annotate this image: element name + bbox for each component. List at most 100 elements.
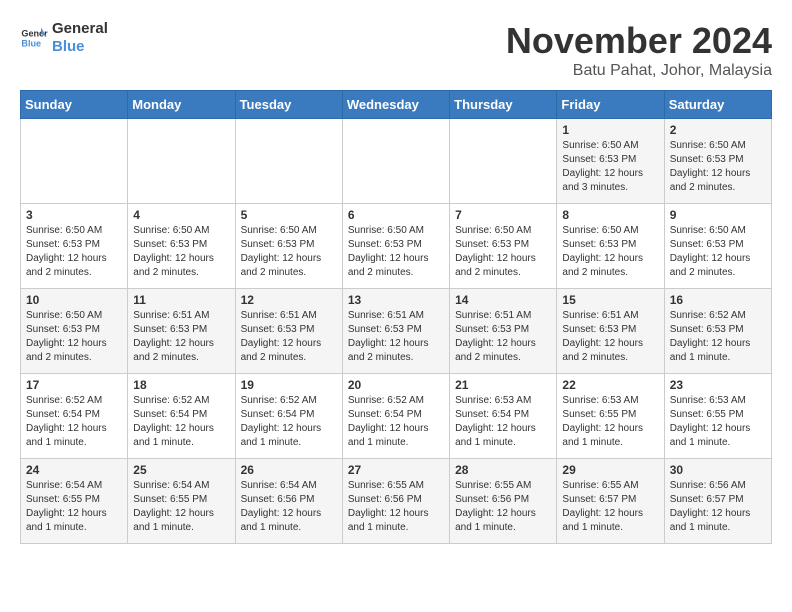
header-row: SundayMondayTuesdayWednesdayThursdayFrid…	[21, 91, 772, 119]
calendar-cell: 6 Sunrise: 6:50 AM Sunset: 6:53 PM Daylig…	[342, 204, 449, 289]
location-title: Batu Pahat, Johor, Malaysia	[506, 62, 772, 80]
day-number: 22	[562, 378, 658, 392]
calendar-cell: 15Sunrise: 6:51 AM Sunset: 6:53 PM Dayli…	[557, 289, 664, 374]
week-row-1: 1 Sunrise: 6:50 AM Sunset: 6:53 PM Daylig…	[21, 119, 772, 204]
day-number: 29	[562, 463, 658, 477]
day-number: 19	[241, 378, 337, 392]
day-number: 7	[455, 208, 551, 222]
day-number: 26	[241, 463, 337, 477]
week-row-4: 17Sunrise: 6:52 AM Sunset: 6:54 PM Dayli…	[21, 374, 772, 459]
calendar-cell: 9 Sunrise: 6:50 AM Sunset: 6:53 PM Daylig…	[664, 204, 771, 289]
week-row-5: 24 Sunrise: 6:54 AM Sunset: 6:55 PM Dayli…	[21, 459, 772, 544]
day-info: Sunrise: 6:50 AM Sunset: 6:53 PM Dayligh…	[670, 139, 766, 195]
week-row-3: 10Sunrise: 6:50 AM Sunset: 6:53 PM Dayli…	[21, 289, 772, 374]
day-header-thursday: Thursday	[450, 91, 557, 119]
calendar-cell: 11 Sunrise: 6:51 AM Sunset: 6:53 PM Dayli…	[128, 289, 235, 374]
calendar-cell: 2 Sunrise: 6:50 AM Sunset: 6:53 PM Daylig…	[664, 119, 771, 204]
calendar-cell: 12Sunrise: 6:51 AM Sunset: 6:53 PM Dayli…	[235, 289, 342, 374]
day-info: Sunrise: 6:50 AM Sunset: 6:53 PM Dayligh…	[241, 224, 337, 280]
day-number: 21	[455, 378, 551, 392]
day-number: 27	[348, 463, 444, 477]
day-info: Sunrise: 6:51 AM Sunset: 6:53 PM Dayligh…	[348, 309, 444, 365]
logo: General Blue General Blue	[20, 20, 108, 56]
day-info: Sunrise: 6:53 AM Sunset: 6:55 PM Dayligh…	[562, 394, 658, 450]
day-info: Sunrise: 6:50 AM Sunset: 6:53 PM Dayligh…	[26, 309, 122, 365]
day-info: Sunrise: 6:55 AM Sunset: 6:56 PM Dayligh…	[455, 479, 551, 535]
day-header-friday: Friday	[557, 91, 664, 119]
calendar-cell: 10Sunrise: 6:50 AM Sunset: 6:53 PM Dayli…	[21, 289, 128, 374]
day-number: 5	[241, 208, 337, 222]
title-section: November 2024 Batu Pahat, Johor, Malaysi…	[506, 20, 772, 80]
calendar-cell: 5 Sunrise: 6:50 AM Sunset: 6:53 PM Daylig…	[235, 204, 342, 289]
day-number: 6	[348, 208, 444, 222]
calendar-cell	[450, 119, 557, 204]
day-number: 24	[26, 463, 122, 477]
day-info: Sunrise: 6:52 AM Sunset: 6:54 PM Dayligh…	[26, 394, 122, 450]
day-number: 25	[133, 463, 229, 477]
calendar-cell	[128, 119, 235, 204]
day-number: 3	[26, 208, 122, 222]
day-header-wednesday: Wednesday	[342, 91, 449, 119]
day-header-saturday: Saturday	[664, 91, 771, 119]
day-number: 18	[133, 378, 229, 392]
calendar-cell: 30Sunrise: 6:56 AM Sunset: 6:57 PM Dayli…	[664, 459, 771, 544]
day-info: Sunrise: 6:55 AM Sunset: 6:56 PM Dayligh…	[348, 479, 444, 535]
logo-line1: General	[52, 20, 108, 38]
day-header-tuesday: Tuesday	[235, 91, 342, 119]
calendar-cell: 16 Sunrise: 6:52 AM Sunset: 6:53 PM Dayli…	[664, 289, 771, 374]
calendar-cell: 24 Sunrise: 6:54 AM Sunset: 6:55 PM Dayli…	[21, 459, 128, 544]
calendar-cell: 25 Sunrise: 6:54 AM Sunset: 6:55 PM Dayli…	[128, 459, 235, 544]
day-info: Sunrise: 6:51 AM Sunset: 6:53 PM Dayligh…	[133, 309, 229, 365]
logo-icon: General Blue	[20, 24, 48, 52]
day-number: 15	[562, 293, 658, 307]
calendar-cell: 14Sunrise: 6:51 AM Sunset: 6:53 PM Dayli…	[450, 289, 557, 374]
calendar-cell: 29 Sunrise: 6:55 AM Sunset: 6:57 PM Dayli…	[557, 459, 664, 544]
calendar-cell: 20 Sunrise: 6:52 AM Sunset: 6:54 PM Dayli…	[342, 374, 449, 459]
calendar-cell	[235, 119, 342, 204]
day-number: 13	[348, 293, 444, 307]
day-info: Sunrise: 6:54 AM Sunset: 6:55 PM Dayligh…	[133, 479, 229, 535]
day-number: 4	[133, 208, 229, 222]
week-row-2: 3 Sunrise: 6:50 AM Sunset: 6:53 PM Daylig…	[21, 204, 772, 289]
calendar-cell: 18Sunrise: 6:52 AM Sunset: 6:54 PM Dayli…	[128, 374, 235, 459]
day-number: 8	[562, 208, 658, 222]
day-info: Sunrise: 6:50 AM Sunset: 6:53 PM Dayligh…	[26, 224, 122, 280]
day-number: 2	[670, 123, 766, 137]
day-info: Sunrise: 6:54 AM Sunset: 6:55 PM Dayligh…	[26, 479, 122, 535]
calendar-cell: 27 Sunrise: 6:55 AM Sunset: 6:56 PM Dayli…	[342, 459, 449, 544]
month-title: November 2024	[506, 20, 772, 62]
calendar-cell: 17Sunrise: 6:52 AM Sunset: 6:54 PM Dayli…	[21, 374, 128, 459]
svg-text:Blue: Blue	[21, 38, 41, 48]
day-number: 16	[670, 293, 766, 307]
calendar-cell: 26Sunrise: 6:54 AM Sunset: 6:56 PM Dayli…	[235, 459, 342, 544]
day-number: 11	[133, 293, 229, 307]
day-info: Sunrise: 6:53 AM Sunset: 6:54 PM Dayligh…	[455, 394, 551, 450]
calendar-cell: 21 Sunrise: 6:53 AM Sunset: 6:54 PM Dayli…	[450, 374, 557, 459]
day-info: Sunrise: 6:50 AM Sunset: 6:53 PM Dayligh…	[348, 224, 444, 280]
day-info: Sunrise: 6:52 AM Sunset: 6:54 PM Dayligh…	[348, 394, 444, 450]
day-number: 1	[562, 123, 658, 137]
day-info: Sunrise: 6:50 AM Sunset: 6:53 PM Dayligh…	[562, 224, 658, 280]
day-info: Sunrise: 6:52 AM Sunset: 6:54 PM Dayligh…	[241, 394, 337, 450]
day-number: 23	[670, 378, 766, 392]
day-number: 28	[455, 463, 551, 477]
calendar-cell: 8 Sunrise: 6:50 AM Sunset: 6:53 PM Daylig…	[557, 204, 664, 289]
calendar-cell: 28 Sunrise: 6:55 AM Sunset: 6:56 PM Dayli…	[450, 459, 557, 544]
day-number: 20	[348, 378, 444, 392]
day-number: 30	[670, 463, 766, 477]
calendar-cell: 1 Sunrise: 6:50 AM Sunset: 6:53 PM Daylig…	[557, 119, 664, 204]
day-info: Sunrise: 6:52 AM Sunset: 6:53 PM Dayligh…	[670, 309, 766, 365]
calendar-cell: 3 Sunrise: 6:50 AM Sunset: 6:53 PM Daylig…	[21, 204, 128, 289]
calendar-cell: 19 Sunrise: 6:52 AM Sunset: 6:54 PM Dayli…	[235, 374, 342, 459]
day-info: Sunrise: 6:50 AM Sunset: 6:53 PM Dayligh…	[562, 139, 658, 195]
calendar-cell: 22 Sunrise: 6:53 AM Sunset: 6:55 PM Dayli…	[557, 374, 664, 459]
day-info: Sunrise: 6:55 AM Sunset: 6:57 PM Dayligh…	[562, 479, 658, 535]
day-info: Sunrise: 6:53 AM Sunset: 6:55 PM Dayligh…	[670, 394, 766, 450]
day-number: 12	[241, 293, 337, 307]
logo-line2: Blue	[52, 38, 108, 56]
day-info: Sunrise: 6:50 AM Sunset: 6:53 PM Dayligh…	[670, 224, 766, 280]
day-info: Sunrise: 6:50 AM Sunset: 6:53 PM Dayligh…	[133, 224, 229, 280]
header: General Blue General Blue November 2024 …	[20, 20, 772, 80]
day-header-sunday: Sunday	[21, 91, 128, 119]
day-number: 9	[670, 208, 766, 222]
